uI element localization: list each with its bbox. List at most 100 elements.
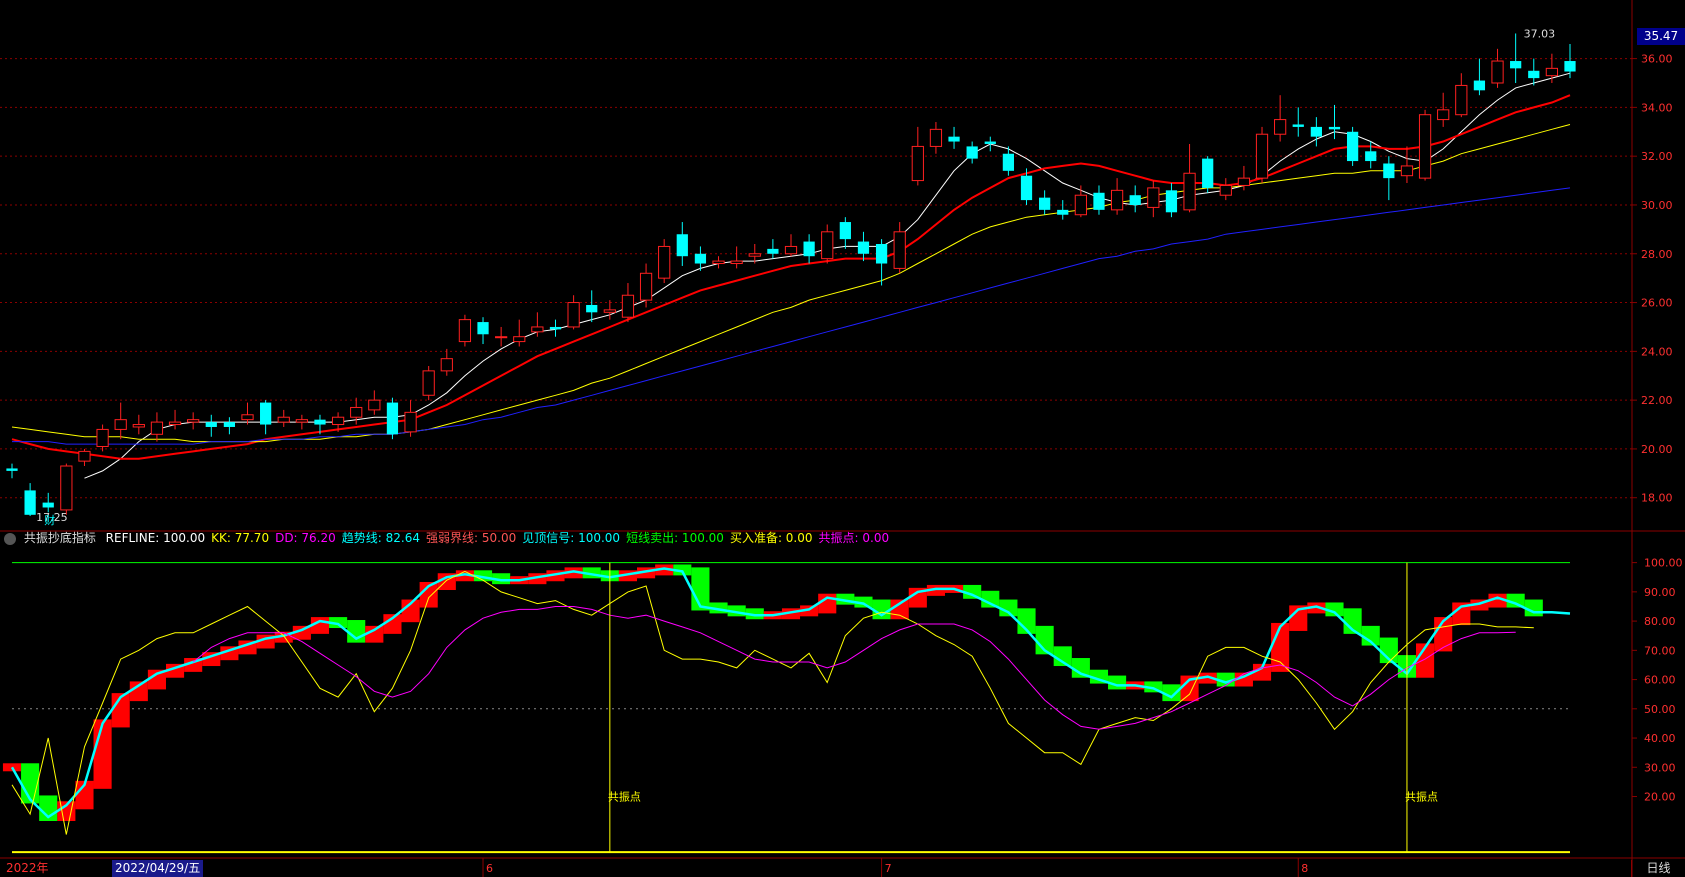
ma-line-1 <box>11 94 1571 460</box>
candle-body <box>821 231 834 260</box>
indicator-name: 共振抄底指标 <box>23 531 96 545</box>
candle-body <box>1074 194 1087 216</box>
candle-body <box>1400 165 1414 177</box>
candle-body <box>404 411 417 433</box>
candle-body <box>1328 126 1341 130</box>
indicator-param-3: 趋势线: 82.64 <box>341 531 420 545</box>
indicator-tick-label: 30.00 <box>1644 761 1676 774</box>
indicator-params: REFLINE: 100.00 KK: 77.70 DD: 76.20 趋势线: 82… <box>106 531 895 545</box>
candle-body <box>1528 70 1540 79</box>
candle-body <box>639 272 653 301</box>
candle-body <box>187 419 200 423</box>
candle-body <box>1365 151 1377 162</box>
indicator-param-8: 共振点: 0.00 <box>818 531 890 545</box>
candle-body <box>1455 84 1468 116</box>
candle-body <box>1437 109 1450 121</box>
candle-body <box>911 145 924 182</box>
price-tick-label: 28.00 <box>1641 248 1673 261</box>
candle-body <box>1147 187 1160 208</box>
candle-body <box>24 490 36 515</box>
indicator-param-5: 见顶信号: 100.00 <box>522 531 621 545</box>
candle-body <box>114 419 127 430</box>
indicator-tick-label: 60.00 <box>1644 674 1676 687</box>
candle-body <box>1110 189 1124 211</box>
indicator-param-7: 买入准备: 0.00 <box>729 531 813 545</box>
indicator-param-4: 强弱界线: 50.00 <box>426 531 517 545</box>
candle-body <box>1473 80 1486 91</box>
candle-body <box>748 253 761 257</box>
candle-body <box>1564 61 1576 72</box>
candle-body <box>784 245 798 255</box>
finance-marker: 财 <box>44 513 55 527</box>
indicator-param-0: REFLINE: 100.00 <box>105 531 206 545</box>
candle-body <box>586 304 598 313</box>
indicator-tick-label: 20.00 <box>1644 791 1676 804</box>
resonance-label: 共振点 <box>608 790 641 804</box>
month-label: 8 <box>1301 862 1308 875</box>
candle-body <box>260 402 272 425</box>
candle-body <box>1310 126 1322 137</box>
candle-body <box>658 245 671 279</box>
candle-body <box>1165 190 1178 213</box>
candle-body <box>603 309 616 313</box>
price-tick-label: 24.00 <box>1641 345 1673 358</box>
resonance-label: 共振点 <box>1405 790 1438 804</box>
candle-body <box>948 136 960 142</box>
indicator-tick-label: 100.00 <box>1644 557 1683 570</box>
candle-body <box>1202 158 1214 188</box>
price-tick-label: 26.00 <box>1641 297 1673 310</box>
period-label[interactable]: 日线 <box>1631 860 1685 877</box>
candle-body <box>1274 119 1287 135</box>
price-tick-label: 18.00 <box>1641 492 1673 505</box>
candle-body <box>621 294 635 318</box>
indicator-tick-label: 90.00 <box>1644 586 1676 599</box>
candle-body <box>350 406 363 418</box>
indicator-param-2: DD: 76.20 <box>275 531 336 545</box>
candle-body <box>676 234 688 257</box>
candle-body <box>458 319 472 343</box>
candle-body <box>168 421 182 426</box>
price-tick-label: 34.00 <box>1641 101 1673 114</box>
price-tick-label: 30.00 <box>1641 199 1673 212</box>
candle-body <box>857 241 870 254</box>
candle-body <box>1418 114 1432 179</box>
candle-body <box>1491 60 1504 84</box>
collapse-icon[interactable] <box>4 532 16 545</box>
candle-body <box>60 465 73 511</box>
candle-body <box>277 416 290 423</box>
price-tick-label: 32.00 <box>1641 150 1673 163</box>
month-label: 7 <box>885 862 892 875</box>
selected-date[interactable]: 2022/04/29/五 <box>112 860 204 877</box>
candle-body <box>1002 153 1015 171</box>
candle-body <box>314 419 326 425</box>
candle-body <box>1093 192 1105 210</box>
candle-body <box>42 502 54 508</box>
candle-body <box>1383 163 1395 179</box>
candle-body <box>1039 197 1051 210</box>
candle-body <box>1129 195 1141 205</box>
indicator-tick-label: 40.00 <box>1644 732 1676 745</box>
candle-body <box>440 358 453 372</box>
candle-body <box>1020 175 1033 201</box>
indicator-tick-label: 50.00 <box>1644 703 1676 716</box>
price-tick-label: 20.00 <box>1641 443 1673 456</box>
candle-body <box>132 424 145 428</box>
candle-body <box>205 422 217 427</box>
candle-body <box>368 399 381 411</box>
indicator-param-6: 短线卖出: 100.00 <box>626 531 724 545</box>
candle-body <box>386 402 399 435</box>
candle-body <box>875 244 888 264</box>
candle-body <box>150 421 164 435</box>
candle-body <box>241 414 254 421</box>
candle-body <box>96 428 109 447</box>
trend-block <box>2 763 22 772</box>
candle-body <box>567 302 580 328</box>
candle-body <box>78 450 91 462</box>
candle-body <box>893 231 906 269</box>
candle-body <box>1237 177 1251 186</box>
candle-body <box>1057 209 1069 215</box>
candle-body <box>1183 172 1196 211</box>
indicator-param-1: KK: 77.70 <box>211 531 270 545</box>
candle-body <box>531 326 544 333</box>
chart-canvas: 18.00 20.00 22.00 24.00 26.00 28.00 30.00 32.00… <box>0 0 1685 877</box>
